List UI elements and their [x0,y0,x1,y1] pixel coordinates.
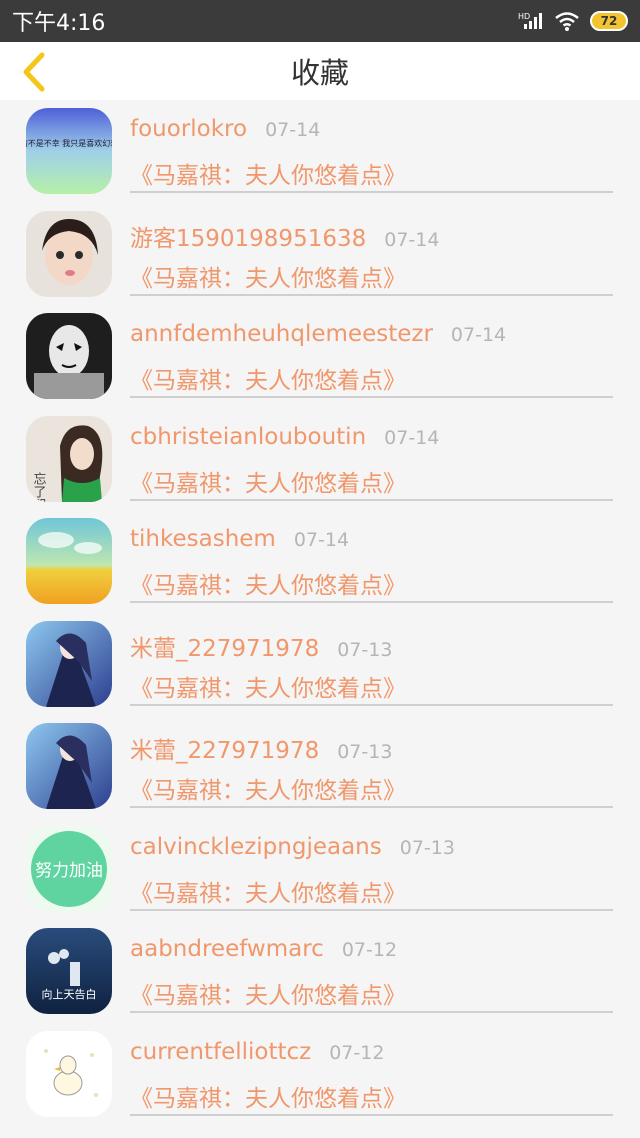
status-icons: HD 72 [518,11,628,31]
avatar: 我真的不是不幸 我只是喜欢幻想未来 [26,108,112,194]
avatar: 向上天告白 [26,928,112,1014]
date: 07-13 [337,638,393,661]
username: fouorlokro [130,116,248,142]
avatar: 努力加油 [26,825,112,912]
nav-bar: 收藏 [0,42,640,100]
date: 07-14 [450,324,507,346]
avatar [26,313,112,399]
book-title: 《马嘉祺：夫人你悠着点》 [130,470,406,497]
list-item[interactable]: 忘了哭 cbhristeianlouboutin 07-14 《马嘉祺：夫人你悠… [0,408,640,511]
svg-text:努力加油: 努力加油 [35,861,103,881]
username: calvincklezipngjeaans [130,833,382,860]
status-time: 下午4:16 [12,11,106,36]
date: 07-13 [337,741,393,763]
svg-text:HD: HD [518,12,530,21]
list-item[interactable]: 游客1590198951638 07-14 《马嘉祺：夫人你悠着点》 [0,203,640,306]
book-title: 《马嘉祺：夫人你悠着点》 [130,265,406,292]
book-title: 《马嘉祺：夫人你悠着点》 [130,675,406,702]
username: 米蕾_227971978 [130,635,320,662]
date: 07-14 [265,119,321,141]
avatar [26,620,112,707]
date: 07-14 [293,529,350,551]
avatar [26,210,112,297]
favorites-list: 我真的不是不幸 我只是喜欢幻想未来 fouorlokro 07-14 《马嘉祺：… [0,100,640,1125]
username: 游客1590198951638 [130,225,367,252]
svg-text:向上天告白: 向上天告白 [42,987,97,1001]
username: tihkesashem [130,526,276,552]
book-title: 《马嘉祺：夫人你悠着点》 [130,983,406,1009]
book-title: 《马嘉祺：夫人你悠着点》 [130,778,406,804]
username: aabndreefwmarc [130,936,324,962]
wifi-icon [554,11,580,31]
username: currentfelliottcz [130,1038,312,1065]
username: annfdemheuhqlemeestezr [130,321,433,347]
date: 07-14 [384,426,440,449]
status-bar: 下午4:16 HD 72 [0,0,640,42]
avatar: 忘了哭 [26,415,112,502]
list-item[interactable]: currentfelliottcz 07-12 《马嘉祺：夫人你悠着点》 [0,1023,640,1126]
avatar [26,723,112,809]
date: 07-12 [341,939,398,961]
date: 07-14 [384,228,440,251]
book-title: 《马嘉祺：夫人你悠着点》 [130,163,406,189]
list-item[interactable]: annfdemheuhqlemeestezr 07-14 《马嘉祺：夫人你悠着点… [0,305,640,408]
date: 07-12 [329,1041,385,1064]
page-title: 收藏 [290,56,349,90]
avatar [26,518,112,604]
username: cbhristeianlouboutin [130,423,367,450]
book-title: 《马嘉祺：夫人你悠着点》 [130,880,406,907]
username: 米蕾_227971978 [130,738,320,764]
date: 07-13 [399,836,455,859]
svg-text:忘了哭: 忘了哭 [31,472,47,502]
avatar [26,1030,112,1117]
battery-icon: 72 [590,11,628,31]
book-title: 《马嘉祺：夫人你悠着点》 [130,573,406,599]
list-item[interactable]: 我真的不是不幸 我只是喜欢幻想未来 fouorlokro 07-14 《马嘉祺：… [0,100,640,203]
svg-text:我真的不是不幸 我只是喜欢幻想未来: 我真的不是不幸 我只是喜欢幻想未来 [26,138,112,148]
book-title: 《马嘉祺：夫人你悠着点》 [130,368,406,394]
hd-signal-icon: HD [518,11,544,31]
book-title: 《马嘉祺：夫人你悠着点》 [130,1085,406,1112]
list-item[interactable]: 米蕾_227971978 07-13 《马嘉祺：夫人你悠着点》 [0,715,640,818]
list-item[interactable]: 向上天告白 aabndreefwmarc 07-12 《马嘉祺：夫人你悠着点》 [0,920,640,1023]
list-item[interactable]: 米蕾_227971978 07-13 《马嘉祺：夫人你悠着点》 [0,613,640,716]
list-item[interactable]: tihkesashem 07-14 《马嘉祺：夫人你悠着点》 [0,510,640,613]
list-item[interactable]: 努力加油 calvincklezipngjeaans 07-13 《马嘉祺：夫人… [0,818,640,921]
